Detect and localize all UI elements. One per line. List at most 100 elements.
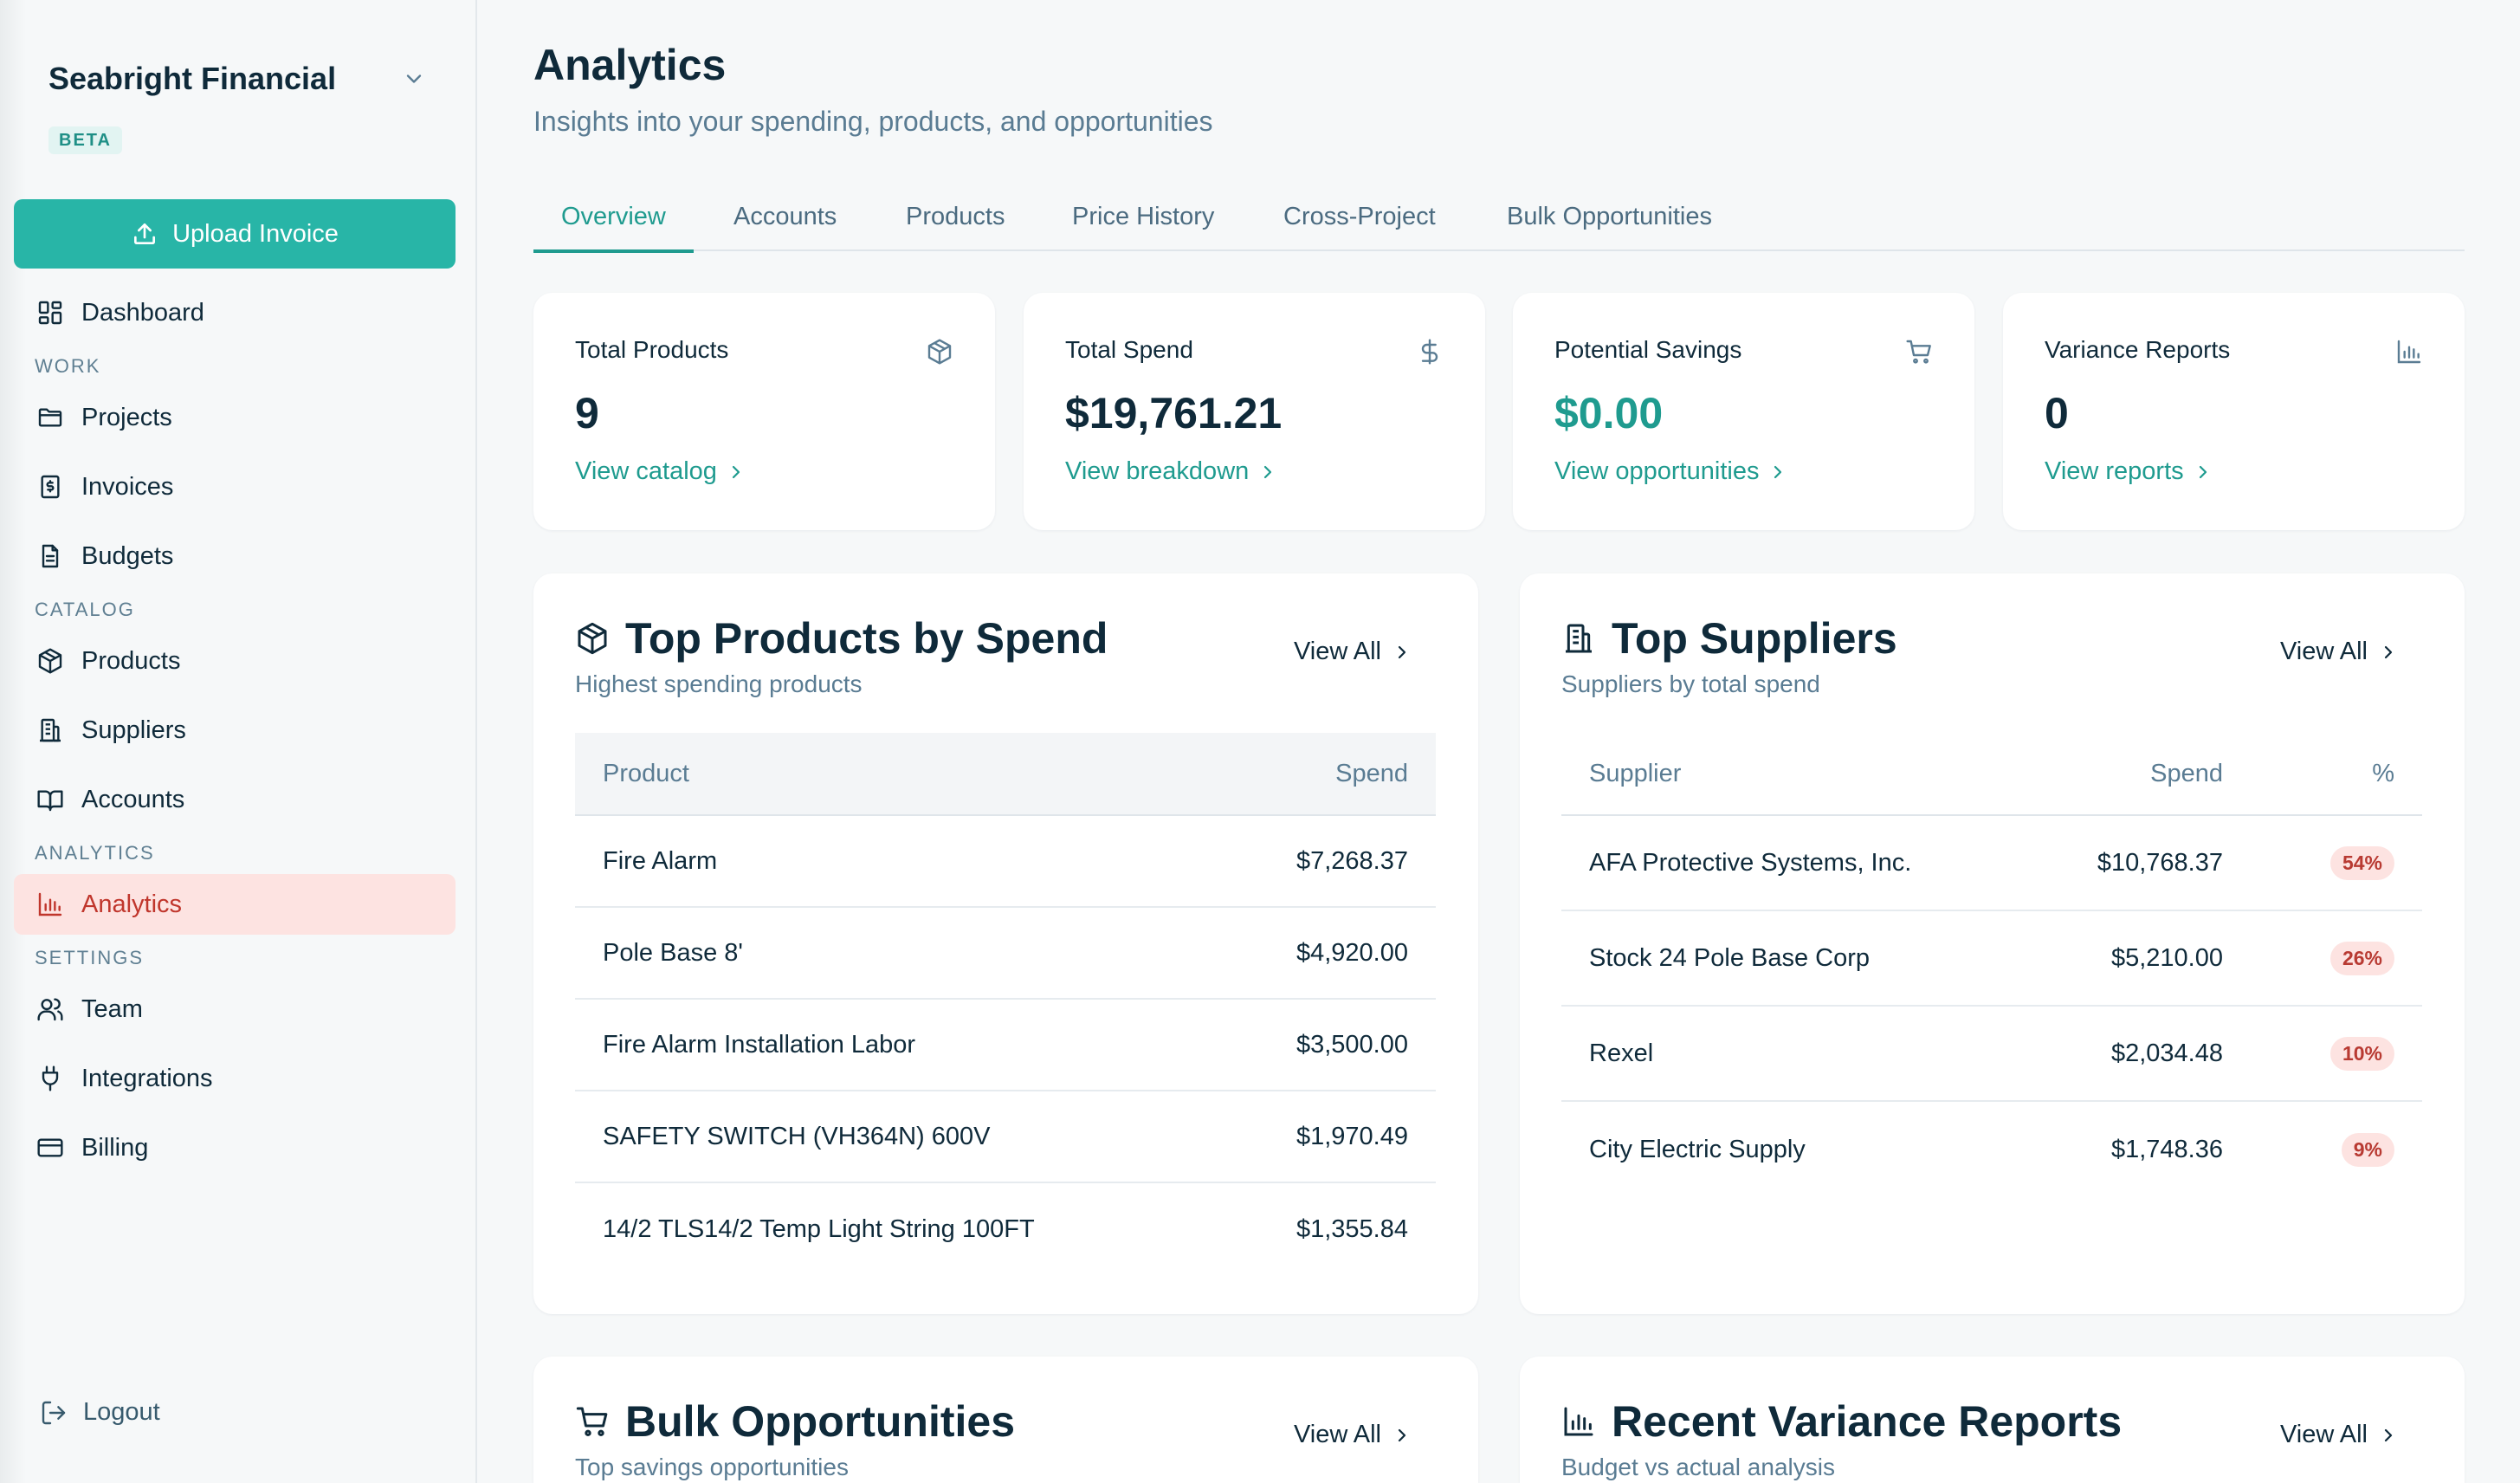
view-reports-link[interactable]: View reports	[2045, 457, 2213, 486]
sidebar-item-dashboard[interactable]: Dashboard	[14, 282, 456, 343]
stat-card-variance-reports: Variance Reports 0 View reports	[2003, 293, 2465, 530]
product-name: Fire Alarm	[603, 846, 718, 875]
table-row[interactable]: 14/2 TLS14/2 Temp Light String 100FT $1,…	[575, 1183, 1436, 1275]
panel-title: Top Suppliers	[1612, 614, 1897, 663]
supplier-spend: $10,768.37	[2097, 848, 2223, 877]
product-spend: $3,500.00	[1296, 1030, 1408, 1059]
stat-link-label: View breakdown	[1065, 457, 1250, 485]
cart-icon	[575, 1404, 610, 1439]
stat-value: 9	[575, 389, 599, 437]
credit-card-icon	[36, 1134, 64, 1162]
sidebar-item-label: Suppliers	[81, 716, 186, 744]
supplier-spend: $1,748.36	[2110, 1135, 2223, 1163]
stat-title: Total Products	[575, 336, 729, 363]
view-all-label: View All	[1293, 638, 1381, 665]
beta-badge: BETA	[48, 126, 122, 154]
sidebar-item-billing[interactable]: Billing	[14, 1117, 456, 1178]
view-catalog-link[interactable]: View catalog	[575, 457, 746, 486]
top-products-table: Product Spend Fire Alarm $7,268.37 Pole …	[575, 733, 1436, 1275]
column-header-supplier: Supplier	[1589, 759, 1682, 787]
page-title: Analytics	[533, 41, 727, 89]
chevron-right-icon	[1392, 642, 1412, 663]
tab-overview[interactable]: Overview	[533, 203, 694, 253]
panel-subtitle: Highest spending products	[575, 670, 863, 697]
stat-card-total-spend: Total Spend $19,761.21 View breakdown	[1024, 293, 1485, 530]
stat-title: Total Spend	[1065, 336, 1193, 363]
cart-icon	[1905, 338, 1933, 366]
dollar-icon	[1416, 338, 1444, 366]
table-row[interactable]: Fire Alarm Installation Labor $3,500.00	[575, 1000, 1436, 1091]
sidebar-item-label: Integrations	[81, 1064, 213, 1092]
view-all-label: View All	[1293, 1421, 1381, 1448]
panel-header: Bulk Opportunities	[575, 1396, 1015, 1447]
stat-title: Variance Reports	[2045, 336, 2231, 363]
product-name: SAFETY SWITCH (VH364N) 600V	[603, 1122, 991, 1150]
org-switcher[interactable]: Seabright Financial	[48, 57, 426, 100]
sidebar-item-accounts[interactable]: Accounts	[14, 769, 456, 830]
sidebar-item-invoices[interactable]: Invoices	[14, 457, 456, 517]
box-icon	[926, 338, 953, 366]
supplier-name: AFA Protective Systems, Inc.	[1589, 848, 1912, 877]
chevron-right-icon	[726, 462, 746, 482]
table-row[interactable]: Rexel $2,034.48 10%	[1561, 1007, 2422, 1102]
sidebar-item-label: Projects	[81, 403, 172, 431]
tab-price-history[interactable]: Price History	[1072, 203, 1214, 251]
product-spend: $4,920.00	[1296, 938, 1408, 967]
sidebar-item-label: Invoices	[81, 472, 174, 501]
table-row[interactable]: SAFETY SWITCH (VH364N) 600V $1,970.49	[575, 1091, 1436, 1183]
column-header-spend: Spend	[2150, 759, 2223, 787]
panel-header: Recent Variance Reports	[1561, 1396, 2122, 1447]
view-all-button[interactable]: View All	[1294, 638, 1412, 666]
product-name: Fire Alarm Installation Labor	[603, 1030, 916, 1059]
table-row[interactable]: AFA Protective Systems, Inc. $10,768.37 …	[1561, 816, 2422, 911]
section-label-work: WORK	[35, 355, 101, 377]
sidebar-item-projects[interactable]: Projects	[14, 387, 456, 448]
sidebar-item-products[interactable]: Products	[14, 631, 456, 691]
section-label-settings: SETTINGS	[35, 947, 145, 968]
view-all-button[interactable]: View All	[2280, 1421, 2399, 1449]
tab-accounts[interactable]: Accounts	[733, 203, 837, 251]
chevron-right-icon	[2378, 1425, 2399, 1446]
table-header: Supplier Spend %	[1561, 733, 2422, 816]
sidebar-item-label: Billing	[81, 1133, 149, 1162]
tab-products[interactable]: Products	[906, 203, 1005, 251]
column-header-percent: %	[2372, 759, 2394, 787]
sidebar-item-suppliers[interactable]: Suppliers	[14, 700, 456, 761]
supplier-name: Stock 24 Pole Base Corp	[1589, 943, 1871, 972]
upload-invoice-button[interactable]: Upload Invoice	[14, 199, 456, 269]
view-all-button[interactable]: View All	[2280, 638, 2399, 666]
view-opportunities-link[interactable]: View opportunities	[1554, 457, 1788, 486]
tab-bulk-opportunities[interactable]: Bulk Opportunities	[1507, 203, 1712, 251]
panel-header: Top Products by Spend	[575, 613, 1108, 664]
sidebar-item-analytics[interactable]: Analytics	[14, 874, 456, 935]
view-all-button[interactable]: View All	[1294, 1421, 1412, 1449]
product-name: 14/2 TLS14/2 Temp Light String 100FT	[603, 1214, 1035, 1243]
sidebar-item-label: Dashboard	[81, 298, 204, 327]
stat-value: $19,761.21	[1065, 389, 1283, 437]
supplier-spend: $5,210.00	[2110, 943, 2223, 972]
stat-link-label: View catalog	[575, 457, 717, 485]
analytics-tabs: Overview Accounts Products Price History…	[533, 196, 2465, 253]
panel-header: Top Suppliers	[1561, 613, 1897, 664]
bar-chart-icon	[2395, 338, 2423, 366]
table-row[interactable]: Stock 24 Pole Base Corp $5,210.00 26%	[1561, 911, 2422, 1007]
view-breakdown-link[interactable]: View breakdown	[1065, 457, 1278, 486]
recent-variance-reports-panel: Recent Variance Reports Budget vs actual…	[1520, 1357, 2465, 1483]
table-row[interactable]: Fire Alarm $7,268.37	[575, 816, 1436, 908]
panel-subtitle: Budget vs actual analysis	[1561, 1454, 1835, 1480]
sidebar-item-integrations[interactable]: Integrations	[14, 1048, 456, 1109]
sidebar-item-team[interactable]: Team	[14, 979, 456, 1039]
top-suppliers-panel: Top Suppliers Suppliers by total spend V…	[1520, 573, 2465, 1314]
table-row[interactable]: City Electric Supply $1,748.36 9%	[1561, 1102, 2422, 1197]
logout-button[interactable]: Logout	[40, 1398, 160, 1427]
bar-chart-icon	[1561, 1404, 1596, 1439]
tab-cross-project[interactable]: Cross-Project	[1283, 203, 1436, 251]
invoice-icon	[36, 473, 64, 501]
table-row[interactable]: Pole Base 8' $4,920.00	[575, 908, 1436, 1000]
column-header-product: Product	[603, 759, 689, 787]
panel-title: Top Products by Spend	[625, 614, 1108, 663]
product-spend: $1,970.49	[1296, 1122, 1408, 1150]
document-icon	[36, 542, 64, 570]
supplier-name: City Electric Supply	[1589, 1135, 1806, 1163]
sidebar-item-budgets[interactable]: Budgets	[14, 526, 456, 586]
